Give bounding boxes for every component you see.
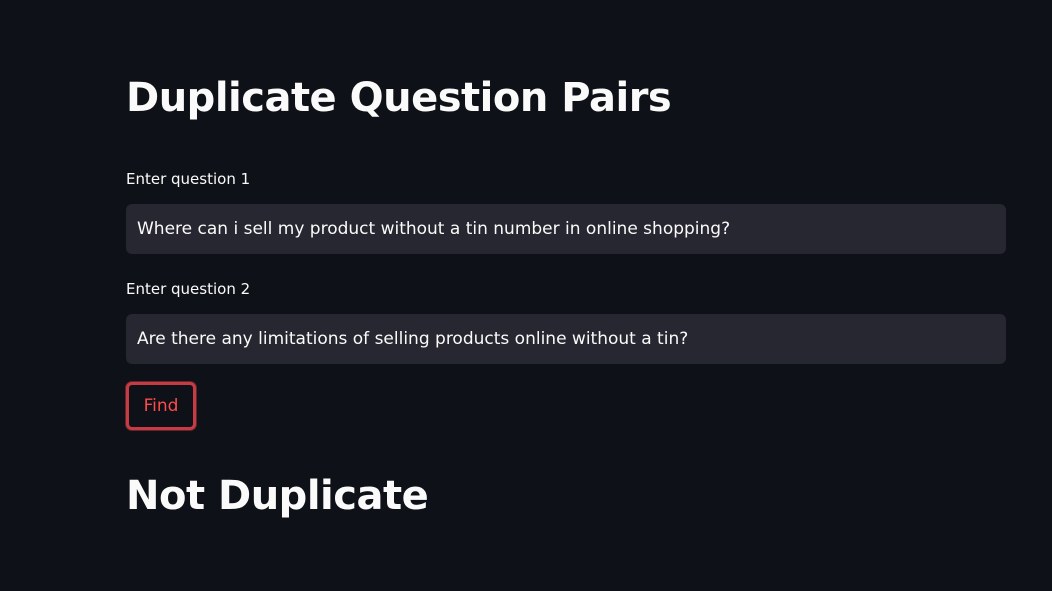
result-text: Not Duplicate xyxy=(126,473,429,519)
question2-input[interactable] xyxy=(126,314,1006,364)
page-title: Duplicate Question Pairs xyxy=(126,75,672,121)
question2-label: Enter question 2 xyxy=(126,280,251,298)
find-button[interactable]: Find xyxy=(126,382,196,430)
question1-input[interactable] xyxy=(126,204,1006,254)
question1-label: Enter question 1 xyxy=(126,170,251,188)
app-container: Duplicate Question Pairs Enter question … xyxy=(0,0,1052,591)
